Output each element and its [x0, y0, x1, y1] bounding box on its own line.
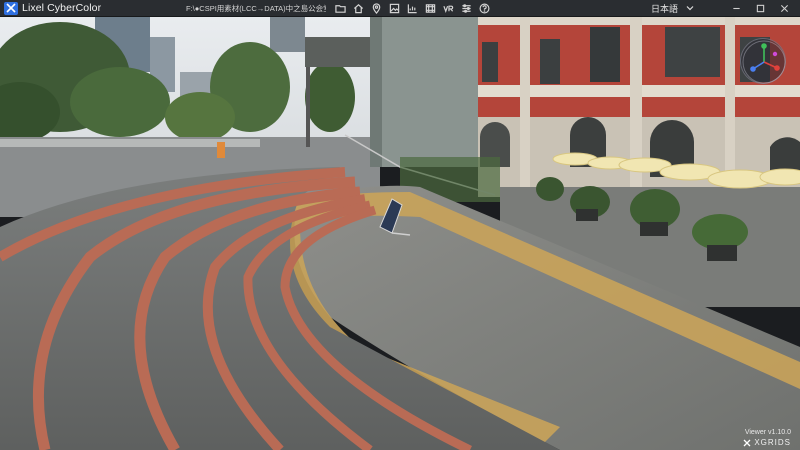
- xgrids-brand: XGRIDS: [743, 438, 791, 447]
- film-icon[interactable]: [422, 1, 439, 16]
- location-pin-icon[interactable]: [368, 1, 385, 16]
- title-bar: Lixel CyberColor F:\●CSPI用素材(LCC→DATA)中之…: [0, 0, 800, 17]
- y-axis-handle: [761, 43, 767, 49]
- z-axis-handle: [750, 66, 756, 72]
- folder-icon[interactable]: [332, 1, 349, 16]
- orbit-handle: [772, 51, 778, 57]
- lamp-post: [306, 67, 310, 147]
- app-brand: Lixel CyberColor: [0, 0, 186, 17]
- language-label: 日本語: [650, 3, 678, 14]
- xgrids-label: XGRIDS: [754, 438, 791, 447]
- chart-icon[interactable]: [404, 1, 421, 16]
- toolbar: [332, 0, 494, 17]
- minimize-button[interactable]: [726, 1, 746, 16]
- close-button[interactable]: [774, 1, 794, 16]
- 3d-viewport[interactable]: Viewer v1.10.0 XGRIDS: [0, 17, 800, 450]
- sliders-icon[interactable]: [458, 1, 475, 16]
- maximize-button[interactable]: [750, 1, 770, 16]
- image-icon[interactable]: [386, 1, 403, 16]
- app-logo-icon: [4, 1, 18, 15]
- viewer-version: Viewer v1.10.0: [744, 429, 791, 436]
- file-path[interactable]: F:\●CSPI用素材(LCC→DATA)中之島公会堂\: [186, 2, 326, 15]
- titlebar-right: 日本語: [651, 0, 800, 17]
- home-icon[interactable]: [350, 1, 367, 16]
- navigation-gizmo[interactable]: [740, 38, 786, 84]
- language-select[interactable]: 日本語: [651, 2, 694, 15]
- vr-icon[interactable]: [440, 1, 457, 16]
- app-title: Lixel CyberColor: [22, 2, 102, 14]
- x-axis-handle: [774, 65, 780, 71]
- chevron-down-icon: [686, 6, 694, 11]
- xgrids-logo-icon: [743, 439, 751, 446]
- help-icon[interactable]: [476, 1, 493, 16]
- point-cloud-scene[interactable]: [0, 17, 800, 450]
